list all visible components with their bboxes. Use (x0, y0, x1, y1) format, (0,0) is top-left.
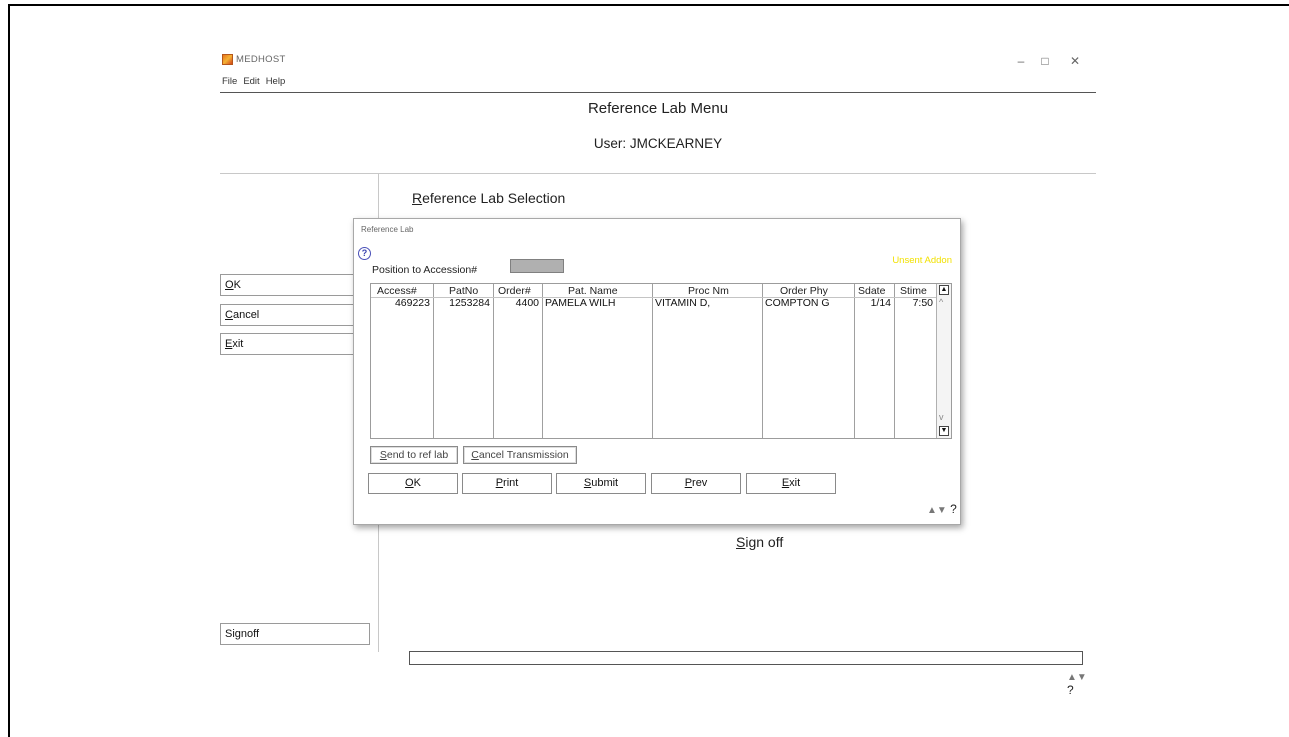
sign-off-label: ign off (745, 534, 784, 550)
ok-label: K (233, 279, 241, 291)
dialog-submit-button[interactable]: Submit (556, 473, 646, 494)
ok-button[interactable]: OK (220, 274, 370, 296)
signoff-button[interactable]: Signoff (220, 623, 370, 645)
cell-order: 4400 (515, 297, 539, 309)
menu-file[interactable]: File (222, 76, 237, 87)
orders-table: Access# PatNo Order# Pat. Name Proc Nm O… (370, 283, 952, 439)
column-header-patno[interactable]: PatNo (449, 285, 478, 297)
cancel-button[interactable]: Cancel (220, 304, 370, 326)
dialog-up-down-arrows-icon: ▲▼ (927, 505, 947, 516)
cancel-tx-label: ancel Transmission (478, 449, 569, 461)
maximize-button[interactable]: □ (1030, 52, 1060, 70)
column-header-sdate[interactable]: Sdate (858, 285, 885, 297)
cell-patname: PAMELA WILH (545, 297, 616, 309)
scroll-down-icon[interactable]: v (939, 412, 944, 422)
scroll-top-icon[interactable]: ▲ (939, 285, 949, 295)
medhost-logo-icon (222, 54, 233, 65)
dialog-ok-button[interactable]: OK (368, 473, 458, 494)
prev-mnemonic: P (684, 477, 693, 489)
exit-label: xit (232, 338, 244, 350)
dlg-ok-label: K (413, 477, 421, 489)
scroll-bottom-icon[interactable]: ▼ (939, 426, 949, 436)
scroll-up-icon[interactable]: ^ (939, 297, 943, 307)
page-title: Reference Lab Menu (587, 100, 729, 117)
cancel-label: ancel (232, 309, 260, 321)
help-question-icon: ? (1067, 683, 1074, 697)
reference-lab-selection-link[interactable]: Reference Lab Selection (412, 190, 565, 206)
close-button[interactable]: ✕ (1060, 52, 1090, 70)
prev-label: rev (692, 477, 708, 489)
sign-off-link[interactable]: Sign off (736, 534, 783, 550)
column-header-patname[interactable]: Pat. Name (568, 285, 618, 297)
exit-button[interactable]: Exit (220, 333, 370, 355)
cancel-tx-mnemonic: C (471, 449, 479, 461)
unsent-addon-label: Unsent Addon (892, 255, 952, 266)
send-to-ref-lab-button[interactable]: Send to ref lab (370, 446, 458, 464)
section-divider (220, 173, 1096, 174)
column-header-procnm[interactable]: Proc Nm (688, 285, 729, 297)
dialog-title: Reference Lab (361, 225, 414, 234)
dialog-exit-button[interactable]: Exit (746, 473, 836, 494)
cell-patno: 1253284 (449, 297, 490, 309)
sign-off-mnemonic: S (736, 534, 746, 550)
dialog-help-question-icon: ? (950, 502, 957, 516)
dialog-print-button[interactable]: Print (462, 473, 552, 494)
cell-stime: 7:50 (912, 297, 933, 309)
column-header-access[interactable]: Access# (377, 285, 417, 297)
cancel-transmission-button[interactable]: Cancel Transmission (463, 446, 577, 464)
menu-help[interactable]: Help (266, 76, 286, 87)
send-mnemonic: S (379, 449, 387, 461)
status-bar (409, 651, 1083, 665)
column-header-stime[interactable]: Stime (900, 285, 927, 297)
header-divider (220, 92, 1096, 93)
help-corner[interactable]: ▲▼ ? (1067, 669, 1096, 697)
submit-label: ubmit (591, 477, 619, 489)
column-divider (542, 284, 543, 438)
column-divider (762, 284, 763, 438)
cell-access: 469223 (394, 297, 430, 309)
dlg-exit-label: xit (789, 477, 801, 489)
position-label: Position to Accession# (372, 264, 478, 276)
position-accession-input[interactable] (510, 259, 564, 273)
cell-sdate: 1/14 (870, 297, 891, 309)
send-label: end to ref lab (386, 449, 449, 461)
ref-sel-mnemonic: R (412, 190, 423, 206)
cell-procnm: VITAMIN D, (655, 297, 711, 309)
column-header-orderphy[interactable]: Order Phy (780, 285, 828, 297)
dialog-help-corner[interactable]: ▲▼ ? (927, 502, 957, 516)
dialog-prev-button[interactable]: Prev (651, 473, 741, 494)
user-label: User: JMCKEARNEY (593, 136, 723, 151)
menu-edit[interactable]: Edit (243, 76, 259, 87)
table-scrollbar[interactable]: ▲ ^ v ▼ (936, 284, 951, 438)
print-mnemonic: P (495, 477, 504, 489)
dlg-ok-mnemonic: O (405, 477, 414, 489)
help-bubble-icon[interactable]: ? (358, 247, 371, 260)
reference-lab-dialog: Reference Lab ? Position to Accession# U… (353, 218, 961, 525)
ref-sel-label: eference Lab Selection (422, 190, 566, 206)
column-divider (652, 284, 653, 438)
menu-bar: File Edit Help (220, 76, 291, 90)
title-bar: MEDHOST – □ ✕ (220, 52, 1096, 74)
cancel-mnemonic: C (225, 309, 233, 321)
column-header-order[interactable]: Order# (498, 285, 531, 297)
ok-mnemonic: O (225, 279, 234, 291)
cell-orderphy: COMPTON G (765, 297, 830, 309)
app-title: MEDHOST (236, 54, 286, 65)
up-down-arrows-icon: ▲▼ (1067, 672, 1087, 683)
print-label: rint (503, 477, 519, 489)
